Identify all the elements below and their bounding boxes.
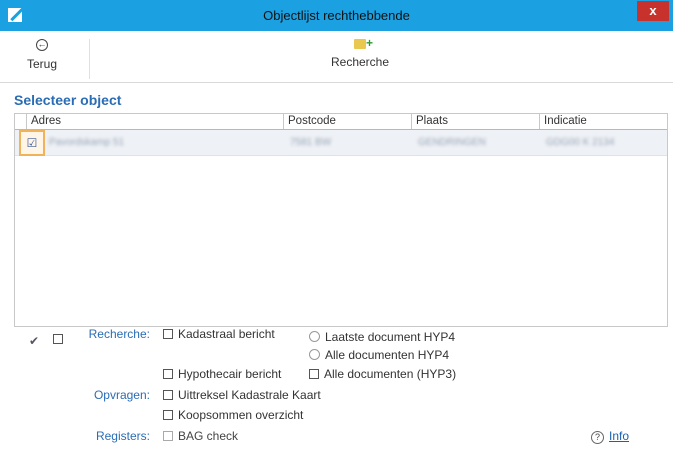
hypothecair-bericht-option[interactable]: Hypothecair bericht: [163, 367, 281, 381]
help-icon: ?: [591, 431, 604, 444]
uittreksel-option[interactable]: Uittreksel Kadastrale Kaart: [163, 388, 321, 402]
recherche-button[interactable]: Recherche: [300, 35, 420, 69]
checked-icon: ☑: [26, 135, 38, 150]
kadastraal-bericht-label: Kadastraal bericht: [178, 327, 275, 341]
laatste-document-label: Laatste document HYP4: [325, 330, 456, 344]
toolbar: ← Terug Recherche: [0, 31, 673, 83]
uncheck-all-checkbox[interactable]: [53, 334, 63, 344]
kadastraal-bericht-checkbox[interactable]: [163, 329, 173, 339]
laatste-document-radio[interactable]: [309, 331, 320, 342]
header-indicatie[interactable]: Indicatie: [540, 114, 667, 129]
alle-documenten-hyp3-label: Alle documenten (HYP3): [324, 367, 457, 381]
recherche-label: Recherche: [330, 55, 390, 69]
alle-documenten-hyp4-label: Alle documenten HYP4: [325, 348, 450, 362]
alle-documenten-hyp4-radio[interactable]: [309, 349, 320, 360]
header-plaats[interactable]: Plaats: [412, 114, 540, 129]
alle-documenten-hyp3-checkbox[interactable]: [309, 369, 319, 379]
bag-check-checkbox[interactable]: [163, 431, 173, 441]
window-title: Objectlijst rechthebbende: [263, 8, 410, 23]
cell-indicatie: GDG00 K 2134: [546, 137, 615, 148]
cell-adres: Pavordskamp 51: [49, 137, 125, 148]
registers-section-label: Registers:: [95, 429, 150, 443]
hypothecair-bericht-checkbox[interactable]: [163, 369, 173, 379]
kadastraal-bericht-option[interactable]: Kadastraal bericht: [163, 327, 275, 341]
koopsommen-option[interactable]: Koopsommen overzicht: [163, 408, 303, 422]
section-title: Selecteer object: [14, 92, 122, 108]
header-adres[interactable]: Adres: [27, 114, 284, 129]
hypothecair-bericht-label: Hypothecair bericht: [178, 367, 282, 381]
table-row[interactable]: ☑ Pavordskamp 51 7581 BW GENDRINGEN GDG0…: [15, 129, 667, 156]
info-label: Info: [609, 429, 630, 443]
object-grid: Adres Postcode Plaats Indicatie ☑ Pavord…: [14, 113, 668, 327]
uittreksel-label: Uittreksel Kadastrale Kaart: [178, 388, 321, 402]
bag-check-label: BAG check: [178, 429, 239, 443]
back-button[interactable]: ← Terug: [10, 35, 74, 71]
back-label: Terug: [26, 57, 58, 71]
alle-documenten-hyp4-option[interactable]: Alle documenten HYP4: [309, 348, 449, 362]
row-checkbox[interactable]: ☑: [19, 129, 45, 156]
koopsommen-checkbox[interactable]: [163, 410, 173, 420]
bag-check-option[interactable]: BAG check: [163, 429, 238, 443]
check-all-icon[interactable]: ✔: [29, 334, 39, 348]
koopsommen-label: Koopsommen overzicht: [178, 408, 304, 422]
opvragen-section-label: Opvragen:: [93, 388, 150, 402]
header-select: [15, 114, 27, 129]
cell-plaats: GENDRINGEN: [418, 137, 486, 148]
folder-add-icon: [354, 37, 373, 50]
info-link[interactable]: ? Info: [591, 429, 629, 444]
laatste-document-option[interactable]: Laatste document HYP4: [309, 330, 455, 344]
grid-header: Adres Postcode Plaats Indicatie: [15, 114, 667, 130]
alle-documenten-hyp3-option[interactable]: Alle documenten (HYP3): [309, 367, 456, 381]
header-postcode[interactable]: Postcode: [284, 114, 412, 129]
cell-postcode: 7581 BW: [290, 137, 332, 148]
toolbar-divider: [89, 39, 90, 79]
back-arrow-icon: ←: [36, 39, 48, 51]
close-button[interactable]: x: [637, 1, 669, 21]
recherche-section-label: Recherche:: [88, 327, 150, 341]
title-bar: Objectlijst rechthebbende x: [0, 0, 673, 31]
uittreksel-checkbox[interactable]: [163, 390, 173, 400]
